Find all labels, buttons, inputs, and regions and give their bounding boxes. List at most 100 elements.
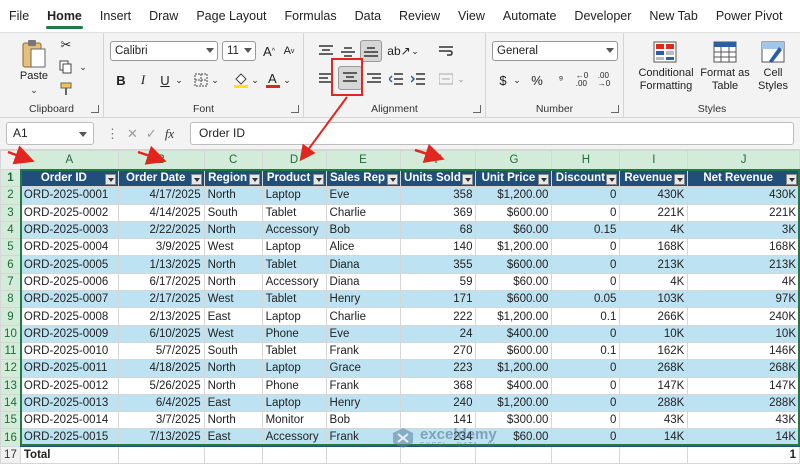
number-format-select[interactable]: General [492, 41, 618, 61]
table-cell[interactable]: 103K [619, 290, 689, 309]
table-cell[interactable]: 1/13/2025 [117, 255, 205, 274]
table-cell[interactable]: 358 [399, 186, 477, 205]
table-header-cell[interactable]: Order ID [19, 168, 119, 188]
table-cell[interactable]: 4/18/2025 [117, 359, 205, 378]
table-cell[interactable]: 0 [551, 186, 621, 205]
paste-dropdown-icon[interactable]: ⌄ [28, 85, 40, 95]
borders-dropdown-icon[interactable]: ⌄ [210, 71, 220, 89]
table-cell[interactable]: ORD-2025-0012 [19, 376, 119, 395]
table-cell[interactable]: ORD-2025-0003 [19, 220, 119, 240]
increase-font-icon[interactable]: A ^ [260, 42, 278, 60]
table-cell[interactable]: 0.1 [551, 307, 621, 326]
increase-decimal-icon[interactable]: ←0.00 [572, 71, 592, 89]
table-cell[interactable]: Bob [325, 411, 401, 430]
row-header[interactable]: 10 [0, 324, 21, 343]
table-cell[interactable]: $600.00 [475, 290, 553, 309]
table-cell[interactable]: Laptop [261, 359, 327, 378]
table-cell[interactable]: Eve [325, 186, 401, 205]
table-cell[interactable]: 4K [619, 220, 689, 240]
table-cell[interactable]: 430K [619, 186, 689, 205]
table-cell[interactable]: 368 [399, 376, 477, 395]
filter-dropdown-icon[interactable] [386, 173, 398, 185]
table-cell[interactable]: North [203, 220, 263, 240]
menu-tab-formulas[interactable]: Formulas [276, 0, 346, 32]
column-header-d[interactable]: D [261, 150, 327, 171]
table-cell[interactable]: 43K [619, 411, 689, 430]
table-cell[interactable]: South [203, 203, 263, 222]
table-cell[interactable]: Tablet [261, 290, 327, 309]
fill-color-dropdown-icon[interactable]: ⌄ [250, 71, 260, 89]
filter-dropdown-icon[interactable] [606, 173, 618, 185]
clipboard-launcher-icon[interactable] [91, 105, 99, 113]
menu-tab-data[interactable]: Data [346, 0, 390, 32]
paste-label[interactable]: Paste [14, 70, 54, 83]
table-cell[interactable]: Frank [325, 341, 401, 361]
table-cell[interactable]: Alice [325, 238, 401, 257]
format-as-table-label[interactable]: Format as Table [698, 67, 752, 93]
filter-dropdown-icon[interactable] [462, 173, 474, 185]
column-header-h[interactable]: H [551, 150, 621, 171]
table-cell[interactable]: 0.05 [551, 290, 621, 309]
filter-dropdown-icon[interactable] [104, 173, 116, 185]
font-color-dropdown-icon[interactable]: ⌄ [282, 71, 292, 89]
table-cell[interactable]: Tablet [261, 203, 327, 222]
select-all-corner[interactable] [0, 150, 21, 170]
table-cell[interactable]: 1 [687, 445, 800, 465]
row-header[interactable]: 7 [0, 272, 21, 292]
table-cell[interactable]: 0.15 [551, 220, 621, 240]
table-cell[interactable]: $400.00 [475, 324, 553, 343]
table-cell[interactable]: Henry [325, 290, 401, 309]
table-cell[interactable]: 3K [687, 220, 800, 240]
table-cell[interactable]: Frank [325, 376, 401, 395]
font-color-icon[interactable]: A [264, 69, 282, 91]
table-cell[interactable]: 0 [551, 428, 621, 447]
table-cell[interactable]: 0 [551, 393, 621, 413]
table-cell[interactable]: West [203, 238, 263, 257]
menu-tab-draw[interactable]: Draw [140, 0, 187, 32]
row-header[interactable]: 8 [0, 290, 21, 309]
table-cell[interactable]: 369 [399, 203, 477, 222]
table-cell[interactable]: ORD-2025-0014 [19, 411, 119, 430]
table-cell[interactable]: ORD-2025-0006 [19, 272, 119, 292]
column-header-j[interactable]: J [687, 150, 800, 171]
table-cell[interactable]: 4K [687, 272, 800, 292]
table-cell[interactable]: 288K [687, 393, 800, 413]
conditional-formatting-label[interactable]: Conditional Formatting [630, 67, 702, 93]
fill-color-icon[interactable] [232, 69, 250, 91]
table-cell[interactable]: Diana [325, 272, 401, 292]
copy-icon[interactable] [58, 59, 74, 75]
table-cell[interactable]: Tablet [261, 255, 327, 274]
font-name-select[interactable]: Calibri [110, 41, 218, 61]
table-cell[interactable]: 268K [687, 359, 800, 378]
table-cell[interactable]: East [203, 428, 263, 447]
table-header-cell[interactable]: Net Revenue [687, 168, 800, 188]
copy-dropdown-icon[interactable]: ⌄ [78, 59, 88, 75]
table-cell[interactable]: ORD-2025-0001 [19, 186, 119, 205]
table-cell[interactable]: 221K [619, 203, 689, 222]
table-cell[interactable]: $60.00 [475, 272, 553, 292]
menu-tab-insert[interactable]: Insert [91, 0, 140, 32]
table-cell[interactable]: Bob [325, 220, 401, 240]
orientation-dropdown-icon[interactable]: ⌄ [410, 41, 420, 61]
table-cell[interactable]: Laptop [261, 307, 327, 326]
menu-tab-help[interactable]: Help [792, 0, 800, 32]
table-cell[interactable]: $600.00 [475, 341, 553, 361]
table-cell[interactable]: North [203, 186, 263, 205]
row-header[interactable]: 17 [0, 445, 21, 465]
table-cell[interactable]: 68 [399, 220, 477, 240]
paste-button[interactable] [14, 37, 54, 71]
filter-dropdown-icon[interactable] [538, 173, 550, 185]
font-launcher-icon[interactable] [291, 105, 299, 113]
row-header[interactable]: 15 [0, 411, 21, 430]
table-cell[interactable]: 7/13/2025 [117, 428, 205, 447]
borders-icon[interactable] [192, 71, 210, 89]
table-cell[interactable]: North [203, 359, 263, 378]
table-cell[interactable]: $60.00 [475, 220, 553, 240]
table-cell[interactable]: North [203, 411, 263, 430]
row-header[interactable]: 14 [0, 393, 21, 413]
table-cell[interactable]: 43K [687, 411, 800, 430]
italic-button[interactable]: I [134, 71, 152, 89]
table-cell[interactable]: Accessory [261, 220, 327, 240]
number-launcher-icon[interactable] [611, 105, 619, 113]
table-cell[interactable]: West [203, 324, 263, 343]
